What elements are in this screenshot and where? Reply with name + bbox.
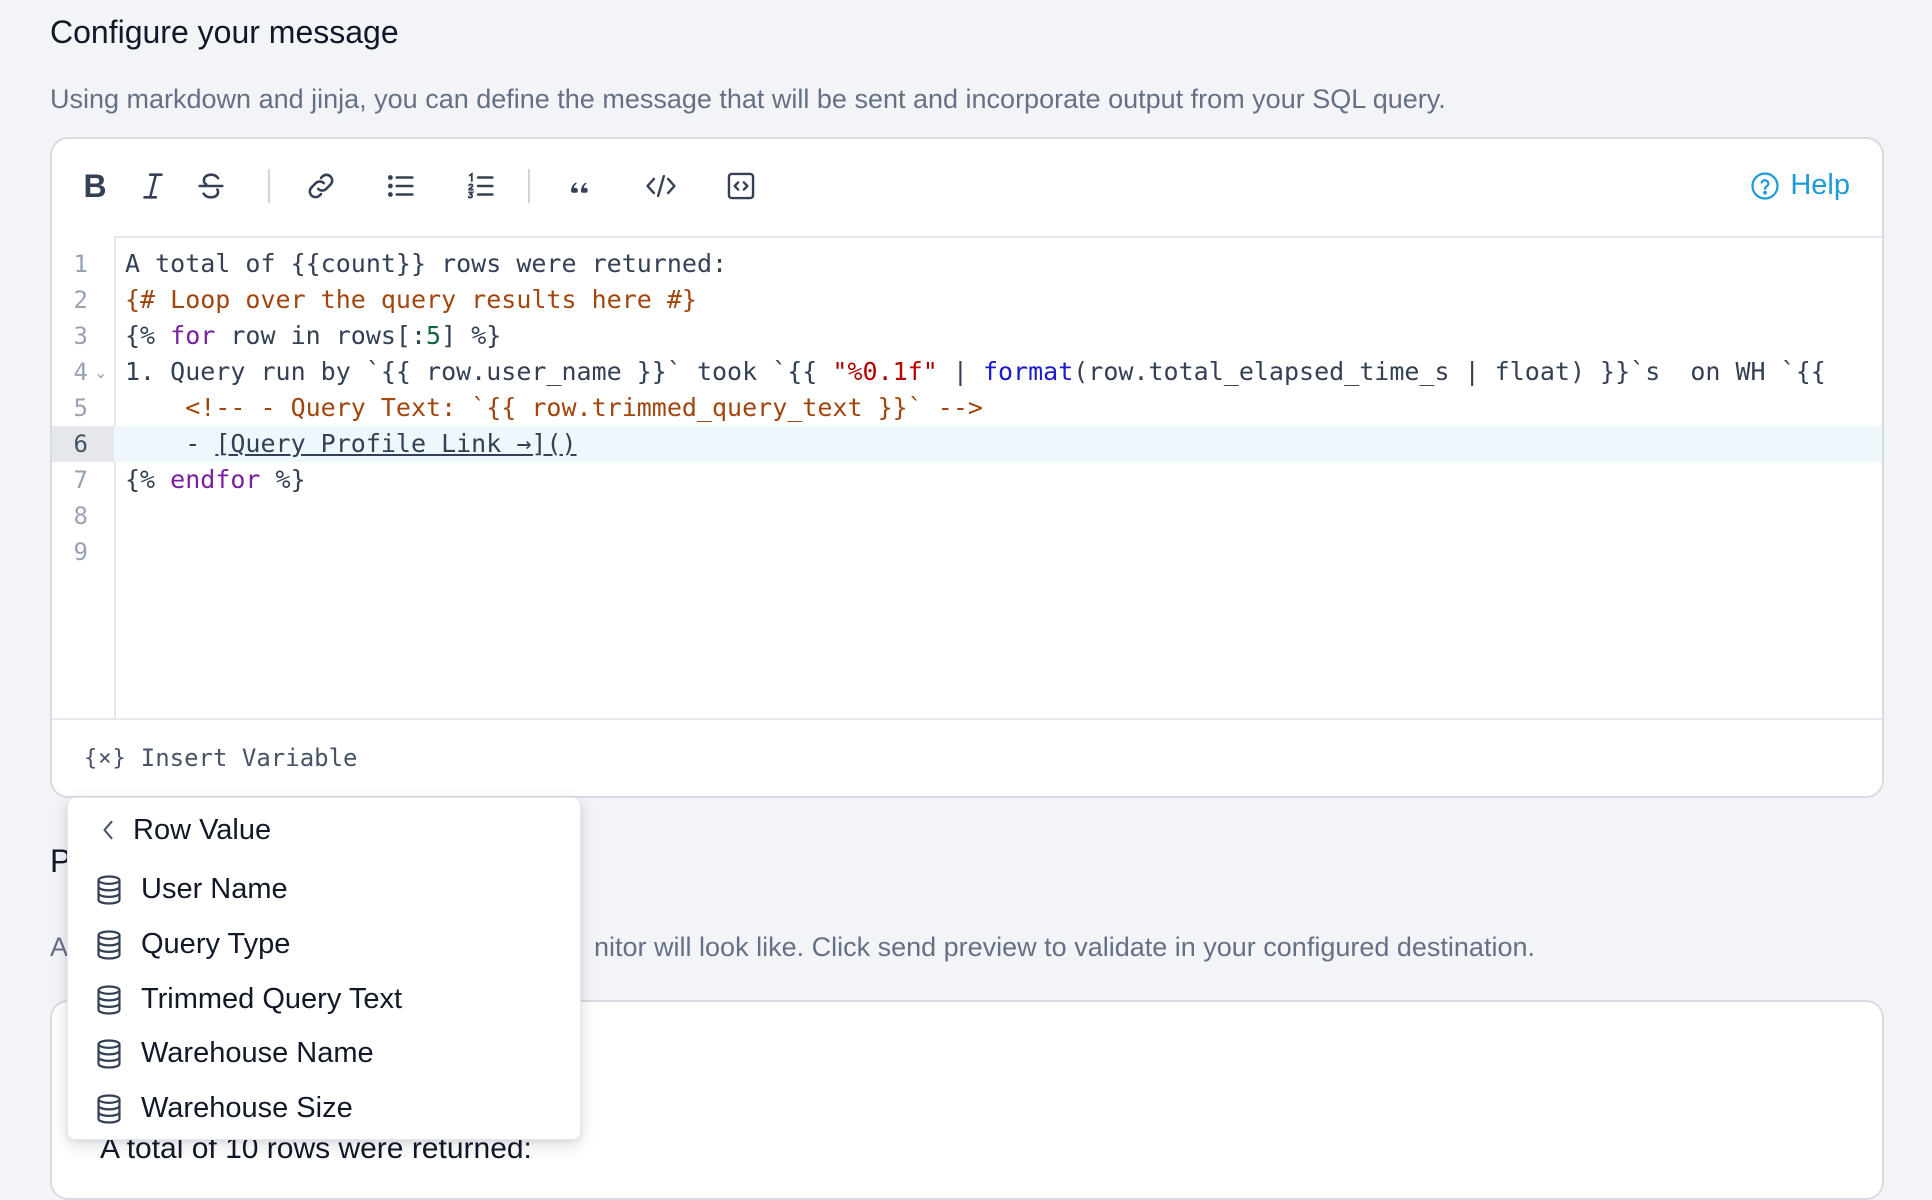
code-button[interactable] [638, 163, 684, 209]
bullet-list-button[interactable] [378, 163, 424, 209]
line-number: 1 [73, 250, 88, 278]
code-line-active[interactable]: 6 - [Query Profile Link →]() [52, 426, 1882, 462]
link-icon [308, 173, 334, 199]
line-number: 4 [73, 358, 88, 386]
link-button[interactable] [298, 163, 344, 209]
code-token: - [125, 429, 216, 458]
code-token: row in rows[: [215, 321, 427, 350]
line-number: 6 [52, 426, 114, 462]
dropdown-item-label: Warehouse Name [141, 1037, 374, 1069]
help-label: Help [1790, 169, 1850, 201]
code-line[interactable]: 1 A total of {{count}} rows were returne… [52, 246, 1882, 282]
strikethrough-button[interactable] [188, 163, 234, 209]
code-icon [646, 174, 676, 198]
dropdown-item-warehouse-name[interactable]: Warehouse Name [68, 1028, 580, 1078]
dropdown-item-label: Trimmed Query Text [141, 983, 403, 1015]
blockquote-button[interactable] [558, 163, 604, 209]
code-token: (row.total_elapsed_time_s | float) }}`s … [1073, 357, 1826, 386]
italic-button[interactable] [130, 163, 176, 209]
dropdown-item-label: Warehouse Size [141, 1092, 353, 1124]
dropdown-back-button[interactable]: Row Value [68, 806, 580, 854]
database-icon [97, 985, 121, 1015]
section-description: Using markdown and jinja, you can define… [50, 84, 1446, 114]
bold-button[interactable]: B [72, 163, 118, 209]
insert-variable-label: Insert Variable [140, 744, 358, 772]
line-number: 3 [73, 322, 88, 350]
code-token: ] %} [441, 321, 502, 350]
line-number: 5 [73, 394, 88, 422]
numbered-list-icon [467, 172, 494, 199]
code-string: "%0.1f" [832, 357, 938, 386]
code-keyword: for [170, 321, 216, 350]
line-number: 8 [73, 502, 88, 530]
editor-toolbar: B Help [52, 139, 1882, 238]
code-keyword: endfor [170, 465, 261, 494]
code-function: format [982, 357, 1074, 386]
preview-description-right: nitor will look like. Click send preview… [594, 932, 1535, 962]
dropdown-item-label: User Name [141, 873, 288, 905]
code-token: | [937, 357, 983, 386]
code-line[interactable]: 3 {% for row in rows[:5] %} [52, 318, 1882, 354]
variable-icon: {×} [84, 745, 127, 771]
numbered-list-button[interactable] [458, 163, 504, 209]
dropdown-title: Row Value [133, 814, 272, 846]
message-editor: B Help 1 A total of {{count}} rows were … [50, 137, 1884, 798]
code-comment: {# Loop over the query results here #} [125, 285, 697, 314]
code-text: - [Query Profile Link →]() [125, 426, 577, 462]
code-line[interactable]: 4 ⌄ 1. Query run by `{{ row.user_name }}… [52, 354, 1882, 390]
database-icon [97, 1094, 121, 1124]
line-number: 2 [73, 286, 88, 314]
preview-description-left: A [50, 932, 69, 962]
line-number: 7 [73, 466, 88, 494]
database-icon [97, 1039, 121, 1069]
code-token: %} [260, 465, 306, 494]
code-line[interactable]: 2 {# Loop over the query results here #} [52, 282, 1882, 318]
chevron-left-icon [96, 816, 120, 849]
code-editor[interactable]: 1 A total of {{count}} rows were returne… [52, 236, 1882, 718]
insert-variable-button[interactable]: {×} Insert Variable [84, 744, 358, 772]
variable-dropdown: Row Value User Name Query Type Trimmed Q… [67, 797, 581, 1140]
strikethrough-icon [198, 173, 224, 199]
code-text: {% endfor %} [125, 462, 306, 498]
quote-icon [571, 182, 588, 193]
dropdown-item-label: Query Type [141, 928, 291, 960]
code-line[interactable]: 7 {% endfor %} [52, 462, 1882, 498]
code-text: {% for row in rows[:5] %} [125, 318, 501, 354]
database-icon [97, 930, 121, 960]
dropdown-item-query-type[interactable]: Query Type [68, 919, 580, 969]
database-icon [97, 875, 121, 905]
section-title: Configure your message [50, 14, 399, 50]
bullet-list-icon [387, 175, 414, 197]
code-line[interactable]: 5 <!-- - Query Text: `{{ row.trimmed_que… [52, 390, 1882, 426]
code-text: 1. Query run by `{{ row.user_name }}` to… [125, 354, 1826, 390]
code-text: A total of {{count}} rows were returned: [125, 249, 728, 278]
dropdown-item-trimmed-query-text[interactable]: Trimmed Query Text [68, 974, 580, 1024]
code-line[interactable]: 9 [52, 534, 1882, 570]
code-number: 5 [426, 321, 442, 350]
toolbar-divider [268, 169, 270, 203]
code-comment: <!-- - Query Text: `{{ row.trimmed_query… [125, 393, 983, 422]
dropdown-item-user-name[interactable]: User Name [68, 864, 580, 914]
help-link[interactable]: Help [1750, 169, 1850, 202]
code-link: [Query Profile Link →]() [215, 429, 577, 458]
line-number: 9 [73, 538, 88, 566]
code-block-icon [727, 172, 755, 200]
bold-icon: B [83, 167, 107, 204]
code-block-button[interactable] [718, 163, 764, 209]
dropdown-item-warehouse-size[interactable]: Warehouse Size [68, 1083, 580, 1133]
italic-icon [143, 173, 163, 199]
toolbar-divider [528, 169, 530, 203]
editor-footer: {×} Insert Variable [52, 718, 1882, 796]
code-line[interactable]: 8 [52, 498, 1882, 534]
code-token: 1. Query run by `{{ row.user_name }}` to… [125, 357, 833, 386]
code-token: {% [125, 465, 171, 494]
fold-chevron-icon[interactable]: ⌄ [94, 354, 107, 394]
code-token: {% [125, 321, 171, 350]
help-icon [1751, 171, 1779, 200]
